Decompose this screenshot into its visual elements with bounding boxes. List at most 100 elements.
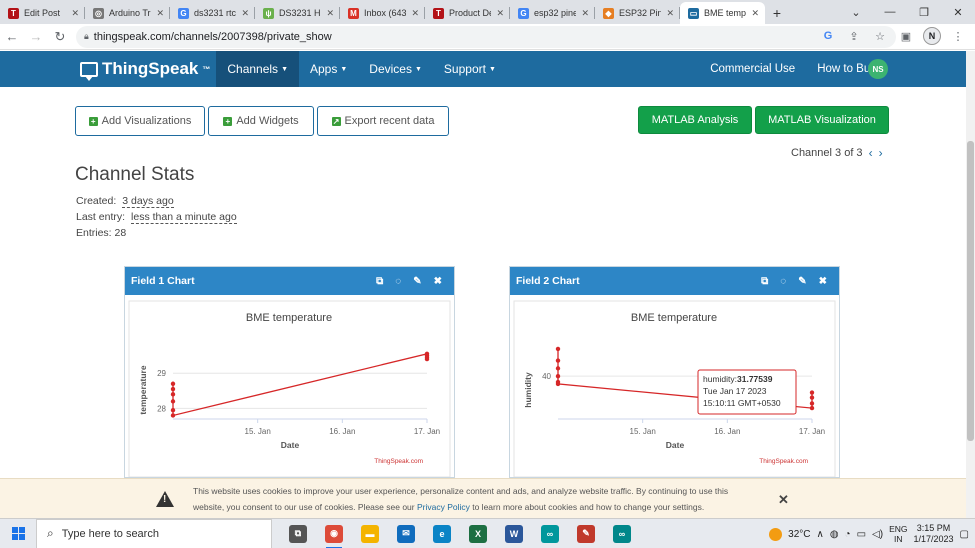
add-visualizations-button[interactable]: + Add Visualizations <box>75 106 205 136</box>
chevron-right-icon[interactable]: › <box>879 146 883 160</box>
restore-button[interactable]: ❐ <box>907 0 941 24</box>
thingspeak-logo[interactable]: ThingSpeak ™ <box>80 59 210 81</box>
taskbar-app[interactable]: ∞ <box>534 519 566 548</box>
open-external-icon[interactable]: ⧉ <box>761 276 768 287</box>
taskbar-app[interactable]: ⧉ <box>282 519 314 548</box>
windows-start-icon[interactable] <box>0 519 36 548</box>
side-panel-icon[interactable]: ▣ <box>897 27 915 45</box>
tab-close-icon[interactable]: ✕ <box>496 8 504 19</box>
notification-icon[interactable]: ▢ <box>960 529 969 540</box>
close-icon[interactable]: ✖ <box>819 276 827 287</box>
taskbar-app[interactable]: ◉ <box>318 519 350 548</box>
page-scrollbar[interactable] <box>966 51 975 518</box>
data-point <box>555 373 561 379</box>
commercial-use-link[interactable]: Commercial Use <box>710 63 795 75</box>
chevron-left-icon[interactable]: ‹ <box>869 146 873 160</box>
temperature-text[interactable]: 32°C <box>788 529 810 540</box>
tab-close-icon[interactable]: ✕ <box>156 8 164 19</box>
field2-chart[interactable]: BME temperature 40 15. Jan 16. Jan 17. Jan Da… <box>510 295 839 478</box>
share-icon[interactable]: ⇪ <box>845 27 863 45</box>
browser-tab[interactable]: ◆ ESP32 Pin ✕ <box>595 2 680 24</box>
export-icon: ↗ <box>331 116 341 126</box>
add-widgets-button[interactable]: + Add Widgets <box>208 106 314 136</box>
taskbar-search-input[interactable]: ⌕ Type here to search <box>36 518 272 548</box>
nav-menu-devices[interactable]: Devices ▼ <box>358 51 433 87</box>
clock[interactable]: 3:15 PM 1/17/2023 <box>914 523 954 545</box>
tab-close-icon[interactable]: ✕ <box>751 8 759 19</box>
tab-close-icon[interactable]: ✕ <box>666 8 674 19</box>
browser-tab[interactable]: Gesp32 pine ✕ <box>510 2 595 24</box>
edit-pencil-icon[interactable]: ✎ <box>798 276 806 287</box>
url-text: thingspeak.com/channels/2007398/private_… <box>93 30 332 43</box>
caret-down-icon: ▼ <box>281 65 288 73</box>
user-avatar[interactable]: NS <box>868 59 888 79</box>
back-icon[interactable]: ← <box>0 25 24 49</box>
export-data-button[interactable]: ↗ Export recent data <box>317 106 449 136</box>
browser-tab[interactable]: ◎ Arduino Tr ✕ <box>85 2 170 24</box>
taskbar-app[interactable]: e <box>426 519 458 548</box>
close-window-button[interactable]: ✕ <box>941 0 975 24</box>
weather-sun-icon[interactable] <box>769 527 783 541</box>
stat-created: Created: 3 days ago <box>76 195 174 208</box>
close-icon[interactable]: ✖ <box>434 276 442 287</box>
url-field[interactable]: 🔒︎ thingspeak.com/channels/2007398/priva… <box>76 25 896 48</box>
edit-pencil-icon[interactable]: ✎ <box>413 276 421 287</box>
taskbar-app[interactable]: ∞ <box>606 519 638 548</box>
pinned-apps: ⧉ ◉ ▬ ✉ e X W ∞ ✎ ∞ <box>282 519 638 548</box>
forward-icon[interactable]: → <box>24 25 48 49</box>
kebab-menu-icon[interactable]: ⋮ <box>949 27 967 45</box>
taskbar-app[interactable]: ✉ <box>390 519 422 548</box>
language-indicator[interactable]: ENG IN <box>889 524 907 544</box>
tab-close-icon[interactable]: ✕ <box>326 8 334 19</box>
nav-menu-apps[interactable]: Apps ▼ <box>299 51 358 87</box>
tab-search-icon[interactable]: ⌄ <box>839 0 873 24</box>
chart-title: BME temperature <box>246 312 332 324</box>
browser-tab[interactable]: T Product De ✕ <box>425 2 510 24</box>
profile-avatar[interactable]: N <box>923 27 941 45</box>
minimize-button[interactable]: — <box>873 0 907 24</box>
taskbar-app[interactable]: W <box>498 519 530 548</box>
window-controls: ⌄ — ❐ ✕ <box>839 0 975 24</box>
tab-label: Inbox (643 <box>364 8 407 18</box>
tab-close-icon[interactable]: ✕ <box>71 8 79 19</box>
tab-close-icon[interactable]: ✕ <box>581 8 589 19</box>
matlab-visualization-button[interactable]: MATLAB Visualization <box>755 106 889 134</box>
nav-menu-support[interactable]: Support ▼ <box>433 51 507 87</box>
browser-tab[interactable]: ψ DS3231 Hi ✕ <box>255 2 340 24</box>
volume-icon[interactable]: ◁) <box>872 529 883 540</box>
taskbar-app[interactable]: X <box>462 519 494 548</box>
comment-icon[interactable]: ◌ <box>395 276 401 287</box>
browser-tab[interactable]: M Inbox (643 ✕ <box>340 2 425 24</box>
comment-icon[interactable]: ◌ <box>780 276 786 287</box>
nav-menu-channels[interactable]: Channels ▼ <box>216 51 299 87</box>
browser-actions: G ⇪ ☆ ▣ N ⋮ <box>819 27 967 45</box>
network-icon[interactable]: ◍ <box>830 529 839 540</box>
browser-tab[interactable]: Gds3231 rtc ✕ <box>170 2 255 24</box>
reload-icon[interactable]: ↻ <box>48 25 72 49</box>
field1-chart[interactable]: BME temperature 28 29 15. Jan 16. Jan 17. Jan… <box>125 295 454 478</box>
tray-chevron-icon[interactable]: ∧ <box>816 529 823 540</box>
widget-tools: ⧉ ◌ ✎ ✖ <box>376 267 442 295</box>
field1-chart-widget: Field 1 Chart ⧉ ◌ ✎ ✖ BME temperature 28 2… <box>124 266 455 478</box>
scrollbar-thumb[interactable] <box>967 141 974 441</box>
google-lens-icon[interactable]: G <box>819 27 837 45</box>
taskbar-app[interactable]: ✎ <box>570 519 602 548</box>
gmail-icon: M <box>348 7 359 19</box>
chip-icon: ◆ <box>603 7 614 19</box>
tab-close-icon[interactable]: ✕ <box>411 8 419 19</box>
close-cookie-icon[interactable]: ✕ <box>778 492 789 508</box>
open-external-icon[interactable]: ⧉ <box>376 276 383 287</box>
speech-bubble-icon <box>80 61 98 81</box>
new-tab-button[interactable]: + <box>765 2 789 24</box>
battery-icon[interactable]: ▭ <box>857 529 866 540</box>
wifi-icon[interactable]: ◔ <box>845 529 851 540</box>
taskbar-app[interactable]: ▬ <box>354 519 386 548</box>
data-point <box>170 413 176 418</box>
file-explorer-icon: ▬ <box>361 524 379 543</box>
privacy-policy-link[interactable]: Privacy Policy <box>417 502 470 512</box>
tab-close-icon[interactable]: ✕ <box>241 8 249 19</box>
browser-tab[interactable]: T Edit Post ✕ <box>0 2 85 24</box>
bookmark-star-icon[interactable]: ☆ <box>871 27 889 45</box>
matlab-analysis-button[interactable]: MATLAB Analysis <box>638 106 752 134</box>
browser-tab[interactable]: ▭ BME temp ✕ <box>680 2 765 24</box>
